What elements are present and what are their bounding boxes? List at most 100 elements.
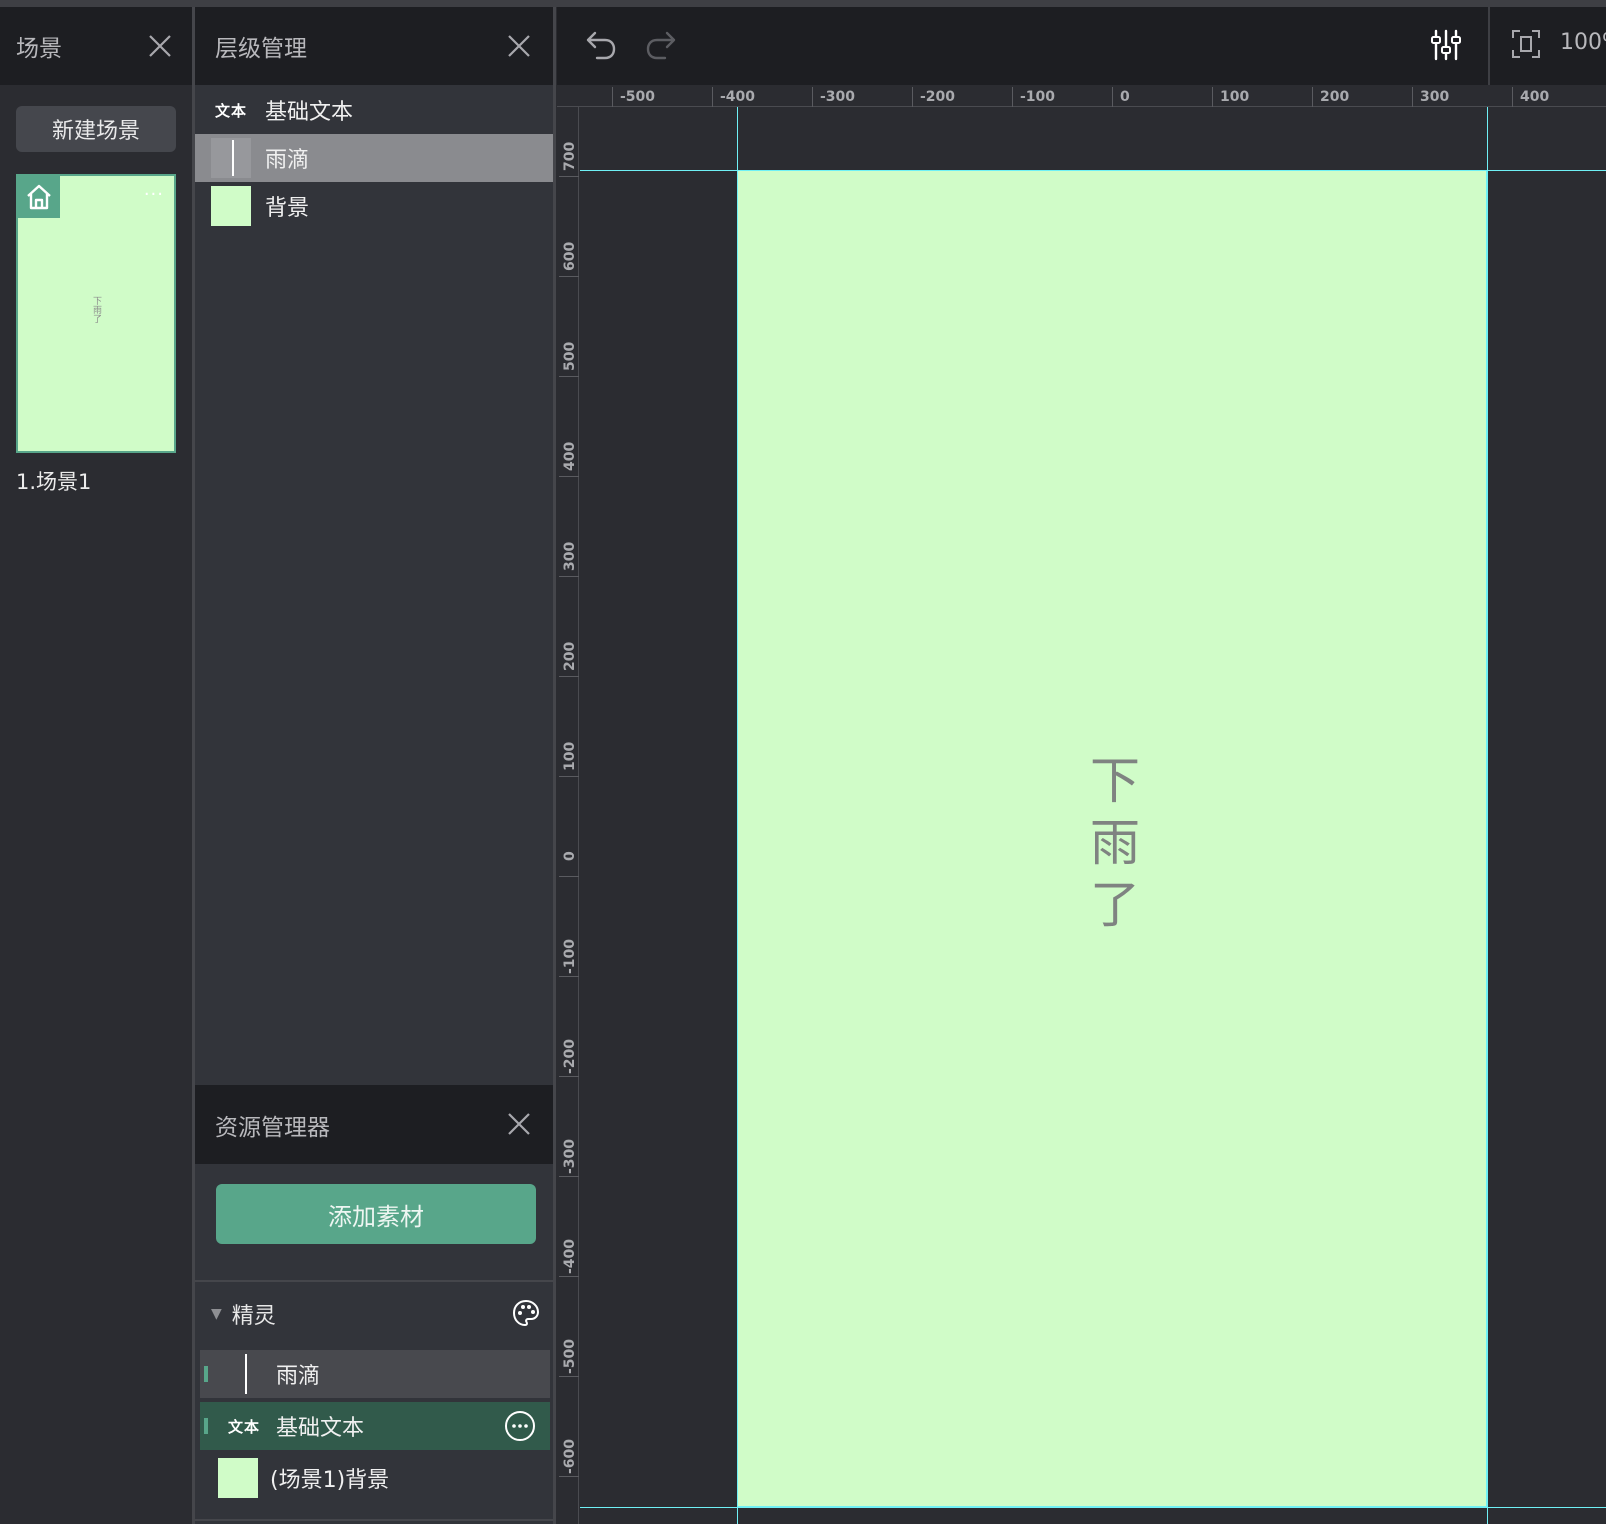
ruler-tick-label: 700: [562, 141, 578, 171]
settings-sliders-icon[interactable]: [1428, 27, 1464, 67]
close-icon[interactable]: [507, 34, 531, 58]
ruler-tick-label: 100: [562, 741, 578, 771]
ruler-tick-label: 200: [1320, 89, 1350, 105]
ruler-tick: [559, 576, 579, 577]
ruler-tick: [559, 676, 579, 677]
more-options-icon[interactable]: [504, 1410, 536, 1448]
resource-item-raindrop[interactable]: 雨滴: [200, 1350, 550, 1398]
caret-down-icon[interactable]: ▼: [211, 1306, 222, 1322]
ruler-tick: [559, 176, 579, 177]
ruler-tick: [559, 1176, 579, 1177]
ruler-tick: [559, 1376, 579, 1377]
ruler-tick: [559, 476, 579, 477]
text-type-icon: 文本: [211, 90, 251, 130]
scenes-panel-header: 场景: [0, 7, 192, 85]
fit-screen-icon[interactable]: [1510, 28, 1542, 64]
item-marker: [204, 1366, 208, 1382]
ruler-tick-label: 0: [1120, 89, 1130, 105]
resource-item-label: 雨滴: [276, 1364, 321, 1389]
background-swatch-icon: [211, 186, 251, 226]
ruler-tick: [1212, 87, 1213, 107]
ruler-tick-label: 500: [562, 341, 578, 371]
undo-icon[interactable]: [583, 27, 619, 67]
ruler-tick: [712, 87, 713, 107]
sprite-group-header[interactable]: ▼ 精灵: [195, 1286, 553, 1342]
guide-line-horizontal: [580, 170, 1606, 171]
layer-item-raindrop[interactable]: 雨滴: [195, 134, 553, 182]
layers-panel-title: 层级管理: [215, 36, 307, 62]
item-marker: [204, 1418, 208, 1434]
scene-label[interactable]: 1.场景1: [16, 466, 91, 496]
ruler-tick-label: -300: [820, 89, 856, 105]
editor-toolbar: [557, 7, 1606, 85]
text-type-icon: 文本: [224, 1416, 264, 1437]
ruler-tick-label: -600: [562, 1438, 578, 1474]
close-icon[interactable]: [148, 34, 172, 58]
home-icon: [18, 176, 60, 218]
divider: [195, 1280, 553, 1282]
layer-item-label: 雨滴: [265, 148, 310, 173]
new-scene-button[interactable]: 新建场景: [16, 106, 176, 152]
ruler-tick: [1012, 87, 1013, 107]
text-type-icon-label: 文本: [227, 1417, 260, 1436]
ruler-tick-label: -500: [620, 89, 656, 105]
ruler-tick-label: 100: [1220, 89, 1250, 105]
raindrop-line-icon: [211, 138, 251, 178]
toolbar-divider: [1488, 7, 1490, 85]
resource-item-basic-text[interactable]: 文本 基础文本: [200, 1402, 550, 1450]
guide-line-vertical: [1487, 107, 1488, 1524]
scene-more-icon[interactable]: ···: [144, 186, 164, 204]
layer-item-basic-text[interactable]: 文本 基础文本: [195, 86, 553, 134]
ruler-tick: [812, 87, 813, 107]
background-swatch-icon: [218, 1458, 258, 1498]
ruler-tick: [1312, 87, 1313, 107]
guide-line-vertical: [737, 107, 738, 1524]
vertical-ruler: [557, 107, 579, 1524]
ruler-tick-label: -100: [562, 938, 578, 974]
ruler-tick-label: -400: [562, 1238, 578, 1274]
resource-manager-header: 资源管理器: [195, 1085, 553, 1164]
window-top-border: [0, 0, 1606, 7]
ruler-tick: [559, 376, 579, 377]
ruler-tick-label: 400: [1520, 89, 1550, 105]
resource-manager-title: 资源管理器: [215, 1114, 330, 1141]
ruler-tick-label: 300: [1420, 89, 1450, 105]
ruler-tick-label: 400: [562, 441, 578, 471]
ruler-tick-label: 200: [562, 641, 578, 671]
resource-item-label: (场景1)背景: [270, 1468, 390, 1493]
palette-icon[interactable]: [511, 1298, 541, 1334]
zoom-level[interactable]: 100%: [1560, 30, 1606, 55]
ruler-tick-label: -200: [562, 1038, 578, 1074]
ruler-tick-label: -300: [562, 1138, 578, 1174]
ruler-tick: [559, 276, 579, 277]
panel-divider: [553, 7, 556, 1524]
resource-item-label: 基础文本: [276, 1416, 365, 1441]
ruler-tick: [559, 1276, 579, 1277]
ruler-tick: [559, 776, 579, 777]
raindrop-line-icon: [224, 1354, 264, 1394]
layer-item-label: 基础文本: [265, 100, 354, 125]
ruler-tick: [1412, 87, 1413, 107]
ruler-tick-label: -200: [920, 89, 956, 105]
ruler-tick-label: 0: [562, 851, 578, 861]
add-asset-button[interactable]: 添加素材: [216, 1184, 536, 1244]
scene-thumbnail-text: 下雨了: [91, 296, 101, 323]
close-icon[interactable]: [507, 1112, 531, 1136]
sprite-group-label: 精灵: [231, 1304, 276, 1329]
stage-text-rain[interactable]: 下雨了: [1090, 750, 1140, 936]
guide-line-horizontal: [580, 1507, 1606, 1508]
ruler-tick-label: 600: [562, 241, 578, 271]
divider: [195, 1519, 553, 1521]
ruler-tick-label: -400: [720, 89, 756, 105]
ruler-tick: [912, 87, 913, 107]
ruler-tick: [559, 1476, 579, 1477]
layer-item-background[interactable]: 背景: [195, 182, 553, 230]
redo-icon[interactable]: [643, 27, 679, 67]
scene-thumbnail[interactable]: ··· 下雨了: [16, 174, 176, 453]
text-type-icon-label: 文本: [214, 101, 247, 120]
scenes-panel-title: 场景: [16, 36, 62, 62]
ruler-tick: [1112, 87, 1113, 107]
resource-item-scene-background[interactable]: (场景1)背景: [200, 1454, 550, 1502]
ruler-tick: [559, 876, 579, 877]
ruler-tick-label: -500: [562, 1338, 578, 1374]
